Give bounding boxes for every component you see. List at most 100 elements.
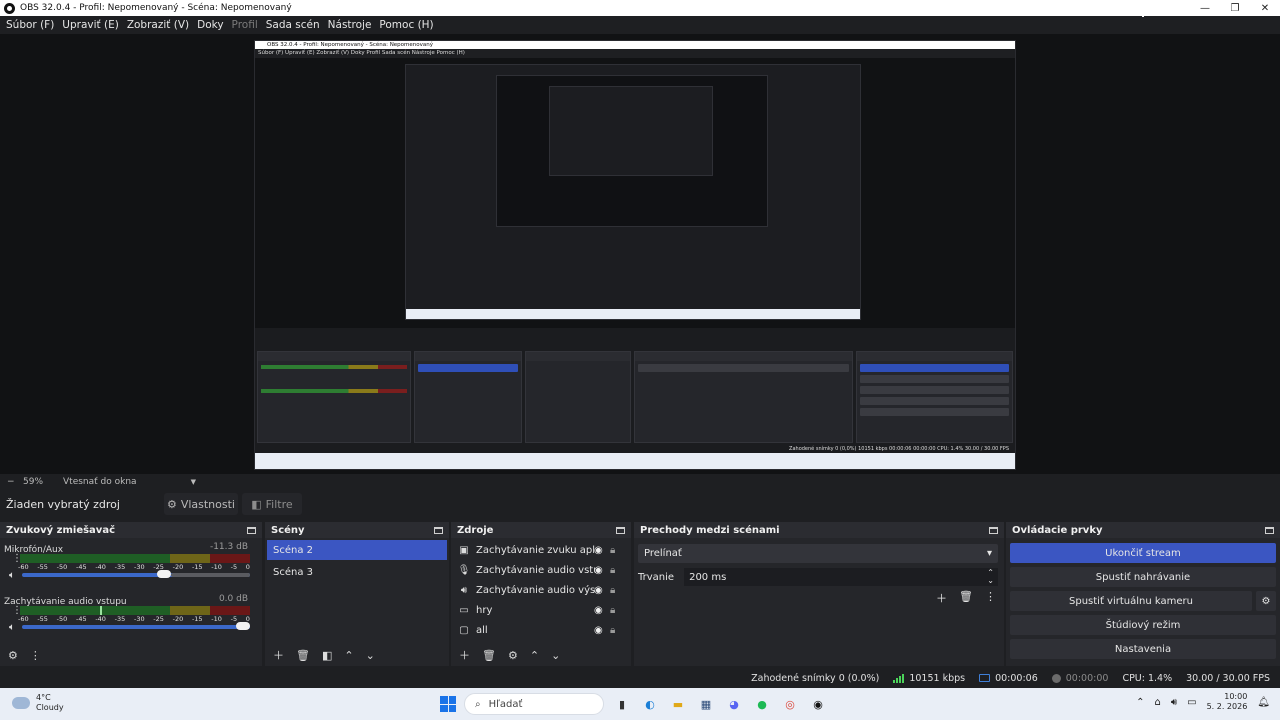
filters-button[interactable]: ◧ Filtre: [241, 493, 302, 515]
transitions-title: Prechody medzi scénami: [640, 524, 780, 536]
zoom-dropdown-icon[interactable]: ▼: [191, 478, 196, 486]
zoom-out-button[interactable]: −: [7, 477, 17, 487]
controls-dock: Ovládacie prvky Ukončiť stream Spustiť n…: [1006, 522, 1280, 666]
move-down-icon[interactable]: ⌄: [366, 649, 375, 662]
mixer-settings-icon[interactable]: ⚙: [8, 649, 18, 662]
close-button[interactable]: ✕: [1250, 0, 1280, 16]
volume-slider[interactable]: [22, 622, 250, 630]
stop-stream-button[interactable]: Ukončiť stream: [1010, 543, 1276, 563]
remove-transition-icon[interactable]: 🗑︎: [959, 590, 973, 606]
button-label: Spustiť nahrávanie: [1095, 571, 1191, 583]
fps-counter: 30.00 / 30.00 FPS: [1186, 672, 1270, 684]
minimize-button[interactable]: —: [1190, 0, 1220, 16]
undock-icon[interactable]: [247, 526, 256, 534]
visibility-eye-icon[interactable]: ◉: [594, 625, 603, 636]
menu-file[interactable]: Súbor (F): [2, 19, 58, 31]
slider-knob[interactable]: [236, 622, 250, 630]
tick: -20: [172, 563, 184, 571]
speaker-icon[interactable]: 🔈︎: [9, 622, 15, 633]
move-up-icon[interactable]: ⌃: [530, 649, 539, 662]
tick: -40: [95, 615, 106, 623]
scene-item[interactable]: Scéna 2: [267, 540, 447, 560]
undock-icon[interactable]: [1265, 526, 1274, 534]
source-item[interactable]: ▢ all ◉ 🔒︎: [451, 620, 631, 640]
properties-button[interactable]: ⚙ Vlastnosti: [163, 493, 238, 515]
start-recording-button[interactable]: Spustiť nahrávanie: [1010, 567, 1276, 587]
menu-profile[interactable]: Profil: [228, 19, 262, 31]
slider-knob[interactable]: [157, 570, 171, 578]
source-settings-icon[interactable]: ⚙: [508, 649, 518, 662]
task-view-icon[interactable]: ▮: [612, 694, 632, 714]
transition-menu-icon[interactable]: ⋮: [985, 590, 996, 606]
visibility-eye-icon[interactable]: ◉: [594, 545, 603, 556]
add-scene-icon[interactable]: ＋: [273, 647, 284, 663]
weather-widget[interactable]: 4°C Cloudy: [12, 693, 64, 713]
volume-icon[interactable]: 🔊︎: [1171, 697, 1177, 708]
source-item[interactable]: ▣ Zachytávanie zvuku aplikácie ( ◉ 🔒︎: [451, 540, 631, 560]
start-virtual-camera-button[interactable]: Spustiť virtuálnu kameru: [1010, 591, 1252, 611]
remove-source-icon[interactable]: 🗑︎: [482, 649, 496, 662]
bitrate-item: 10151 kbps: [893, 673, 965, 684]
chrome-icon[interactable]: ◎: [780, 694, 800, 714]
clock[interactable]: 10:00 5. 2. 2026: [1207, 692, 1248, 712]
lock-icon[interactable]: 🔒︎: [610, 545, 615, 556]
spin-arrows-icon[interactable]: ⌃ ⌄: [987, 569, 994, 585]
lock-icon[interactable]: 🔒︎: [610, 605, 615, 616]
settings-button[interactable]: Nastavenia: [1010, 639, 1276, 659]
chevron-up-icon[interactable]: ⌃: [1136, 697, 1144, 708]
visibility-eye-icon[interactable]: ◉: [594, 565, 603, 576]
undock-icon[interactable]: [616, 526, 625, 534]
battery-icon[interactable]: ▭: [1187, 697, 1196, 708]
nested-preview-level-3: [496, 75, 768, 227]
store-icon[interactable]: ▦: [696, 694, 716, 714]
edge-icon[interactable]: ◐: [640, 694, 660, 714]
undock-icon[interactable]: [989, 526, 998, 534]
docks-area: Zvukový zmiešavač Mikrofón/Aux -11.3 dB …: [0, 522, 1280, 666]
source-item[interactable]: 🎙︎ Zachytávanie audio vstupu ◉ 🔒︎: [451, 560, 631, 580]
lock-icon[interactable]: 🔒︎: [610, 585, 615, 596]
gear-icon: ⚙: [1261, 595, 1271, 607]
visibility-eye-icon[interactable]: ◉: [594, 585, 603, 596]
lock-icon[interactable]: 🔒︎: [610, 565, 615, 576]
volume-slider[interactable]: [22, 570, 250, 578]
network-icon[interactable]: ⌂: [1154, 697, 1160, 708]
weather-temp: 4°C: [36, 693, 51, 702]
taskbar-apps: ⌕ Hľadať ▮ ◐ ▬ ▦ ◕ ● ◎ ◉: [440, 692, 828, 716]
menu-docks[interactable]: Doky: [193, 19, 227, 31]
lock-icon[interactable]: 🔒︎: [610, 625, 615, 636]
slider-rest: [171, 573, 250, 577]
preview-canvas[interactable]: OBS 32.0.4 - Profil: Nepomenovaný - Scén…: [0, 8, 1280, 474]
status-bar: Zahodené snímky 0 (0.0%) 10151 kbps 00:0…: [0, 668, 1280, 688]
obs-taskbar-icon[interactable]: ◉: [808, 694, 828, 714]
add-source-icon[interactable]: ＋: [459, 647, 470, 663]
transition-select[interactable]: Prelínať ▾: [638, 544, 998, 563]
menu-view[interactable]: Zobraziť (V): [123, 19, 193, 31]
notifications-bell-icon[interactable]: 🔔︎: [1257, 697, 1270, 708]
remove-scene-icon[interactable]: 🗑︎: [296, 649, 310, 662]
menu-tools[interactable]: Nástroje: [324, 19, 376, 31]
start-button-windows-icon[interactable]: [440, 696, 456, 712]
scene-filters-icon[interactable]: ◧: [322, 649, 332, 662]
menu-edit[interactable]: Upraviť (E): [58, 19, 123, 31]
visibility-eye-icon[interactable]: ◉: [594, 605, 603, 616]
menu-scene-collection[interactable]: Sada scén: [262, 19, 324, 31]
speaker-icon[interactable]: 🔈︎: [9, 570, 15, 581]
duration-spinbox[interactable]: 200 ms ⌃ ⌄: [684, 568, 998, 586]
mixer-menu-icon[interactable]: ⋮: [30, 649, 41, 662]
undock-icon[interactable]: [434, 526, 443, 534]
maximize-button[interactable]: ❐: [1220, 0, 1250, 16]
virtual-camera-settings-button[interactable]: ⚙: [1256, 591, 1276, 611]
menu-help[interactable]: Pomoc (H): [375, 19, 437, 31]
source-item[interactable]: 🔊︎ Zachytávanie audio výstupu ◉ 🔒︎: [451, 580, 631, 600]
studio-mode-button[interactable]: Štúdiový režim: [1010, 615, 1276, 635]
spotify-icon[interactable]: ●: [752, 694, 772, 714]
scene-item[interactable]: Scéna 3: [267, 562, 447, 582]
add-transition-icon[interactable]: ＋: [936, 590, 947, 606]
move-down-icon[interactable]: ⌄: [551, 649, 560, 662]
source-item[interactable]: ▭ hry ◉ 🔒︎: [451, 600, 631, 620]
file-explorer-icon[interactable]: ▬: [668, 694, 688, 714]
zoom-fit-label[interactable]: Vtesnať do okna: [63, 477, 137, 487]
discord-icon[interactable]: ◕: [724, 694, 744, 714]
taskbar-search[interactable]: ⌕ Hľadať: [464, 693, 604, 715]
move-up-icon[interactable]: ⌃: [344, 649, 353, 662]
